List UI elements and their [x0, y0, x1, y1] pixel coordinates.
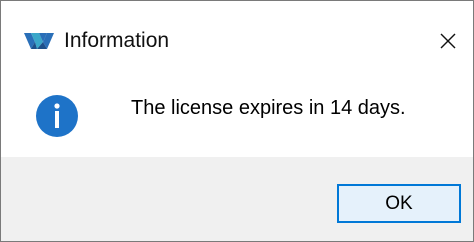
dialog-title: Information [64, 29, 170, 52]
title-bar[interactable]: Information [1, 1, 473, 69]
ok-button[interactable]: OK [337, 184, 461, 223]
close-button[interactable] [427, 21, 469, 61]
gowin-logo-icon [23, 29, 55, 53]
close-icon [440, 33, 456, 49]
info-icon [35, 94, 79, 138]
information-dialog: Information The license expires in 14 da… [0, 0, 474, 242]
button-bar: OK [1, 157, 473, 241]
message-area: The license expires in 14 days. [1, 69, 473, 157]
message-text: The license expires in 14 days. [131, 97, 406, 119]
ok-button-label: OK [385, 192, 413, 214]
